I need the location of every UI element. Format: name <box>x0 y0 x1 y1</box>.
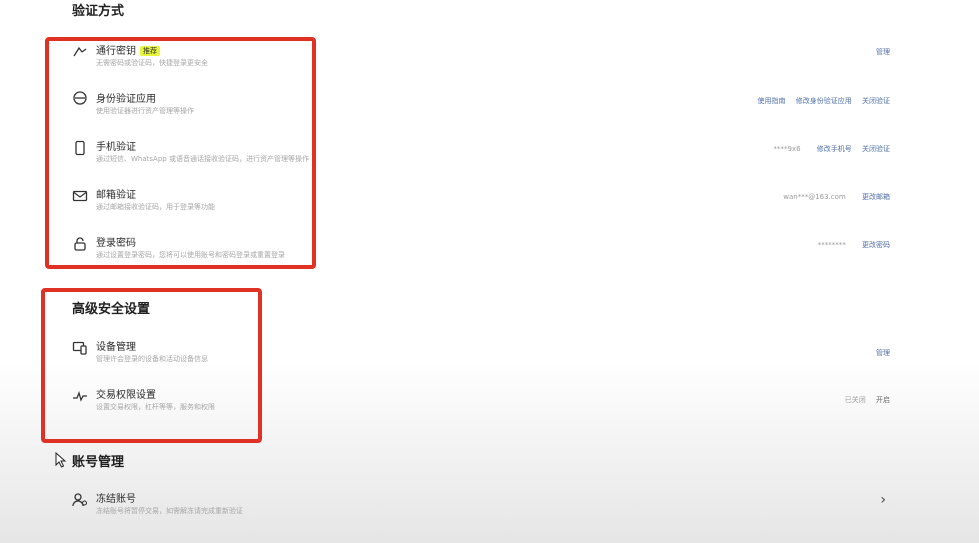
verify-row-email: 邮箱验证 通过邮箱接收验证码，用于登录等功能 wan***@163.com 更改… <box>72 186 890 230</box>
disable-authenticator-link[interactable]: 关闭验证 <box>862 97 890 105</box>
trade-icon <box>72 388 88 404</box>
chevron-right-icon[interactable]: › <box>880 492 886 508</box>
user-freeze-icon <box>72 492 88 508</box>
verify-row-authenticator: 身份验证应用 使用验证器进行资产管理等操作 使用指南 修改身份验证应用 关闭验证 <box>72 90 890 134</box>
section-title-advanced: 高级安全设置 <box>72 302 151 317</box>
advanced-row-trade: 交易权限设置 设置交易权限，杠杆等等，服务和权限 已关闭 开启 <box>72 386 890 430</box>
verify-desc-authenticator: 使用验证器进行资产管理等操作 <box>96 107 194 115</box>
verify-row-passkey: 通行密钥 推荐 无需密码或验证码，快捷登录更安全 管理 <box>72 42 890 86</box>
account-row-freeze[interactable]: 冻结账号 冻结账号将暂停交易，如需解冻请完成重新验证 › <box>72 490 890 534</box>
trade-status: 已关闭 <box>844 396 866 404</box>
usage-guide-link[interactable]: 使用指南 <box>758 97 786 105</box>
advanced-title-device: 设备管理 <box>96 342 136 353</box>
verify-actions-authenticator: 使用指南 修改身份验证应用 关闭验证 <box>750 96 890 106</box>
email-value: wan***@163.com <box>783 193 846 201</box>
change-authenticator-link[interactable]: 修改身份验证应用 <box>796 97 852 105</box>
advanced-row-device: 设备管理 管理许会登录的设备和活动设备信息 管理 <box>72 338 890 382</box>
verify-actions-email: wan***@163.com 更改邮箱 <box>783 192 890 202</box>
verify-desc-password: 通过设置登录密码，您将可以使用账号和密码登录或重置登录 <box>96 251 285 259</box>
lock-icon <box>72 236 88 252</box>
verify-title-passkey: 通行密钥 推荐 <box>96 42 160 57</box>
mouse-cursor-icon <box>55 452 67 468</box>
verify-title-authenticator: 身份验证应用 <box>96 94 156 105</box>
section-title-account: 账号管理 <box>72 455 125 470</box>
verify-actions-phone: ****9x6 修改手机号 关闭验证 <box>773 144 890 154</box>
verify-title-phone: 手机验证 <box>96 142 136 153</box>
account-desc-freeze: 冻结账号将暂停交易，如需解冻请完成重新验证 <box>96 507 243 515</box>
verify-actions-passkey: 管理 <box>868 47 890 57</box>
verify-row-password: 登录密码 通过设置登录密码，您将可以使用账号和密码登录或重置登录 *******… <box>72 234 890 278</box>
password-value: ******** <box>817 241 846 249</box>
change-email-link[interactable]: 更改邮箱 <box>862 193 890 201</box>
verify-desc-phone: 通过短信、WhatsApp 或语音通话接收验证码，进行资产管理等操作 <box>96 155 309 163</box>
verify-title-password: 登录密码 <box>96 238 136 249</box>
advanced-actions-trade: 已关闭 开启 <box>837 395 890 405</box>
verify-row-phone: 手机验证 通过短信、WhatsApp 或语音通话接收验证码，进行资产管理等操作 … <box>72 138 890 182</box>
verify-title-email: 邮箱验证 <box>96 190 136 201</box>
verify-actions-password: ******** 更改密码 <box>818 240 890 250</box>
phone-icon <box>72 140 88 156</box>
passkey-icon <box>72 44 88 60</box>
phone-value: ****9x6 <box>773 145 801 153</box>
verify-desc-email: 通过邮箱接收验证码，用于登录等功能 <box>96 203 215 211</box>
change-phone-link[interactable]: 修改手机号 <box>817 145 852 153</box>
authenticator-icon <box>72 90 88 106</box>
advanced-actions-device: 管理 <box>868 348 890 358</box>
advanced-title-trade: 交易权限设置 <box>96 390 156 401</box>
manage-devices-link[interactable]: 管理 <box>876 349 890 357</box>
change-password-link[interactable]: 更改密码 <box>862 241 890 249</box>
verify-desc-passkey: 无需密码或验证码，快捷登录更安全 <box>96 59 208 67</box>
manage-passkey-link[interactable]: 管理 <box>876 48 890 56</box>
recommend-badge: 推荐 <box>140 46 160 56</box>
disable-phone-link[interactable]: 关闭验证 <box>862 145 890 153</box>
account-title-freeze: 冻结账号 <box>96 494 136 505</box>
mail-icon <box>72 188 88 204</box>
enable-trade-link[interactable]: 开启 <box>876 396 890 404</box>
device-icon <box>72 340 88 356</box>
advanced-desc-device: 管理许会登录的设备和活动设备信息 <box>96 355 208 363</box>
advanced-desc-trade: 设置交易权限，杠杆等等，服务和权限 <box>96 403 215 411</box>
section-title-verify: 验证方式 <box>72 4 125 19</box>
